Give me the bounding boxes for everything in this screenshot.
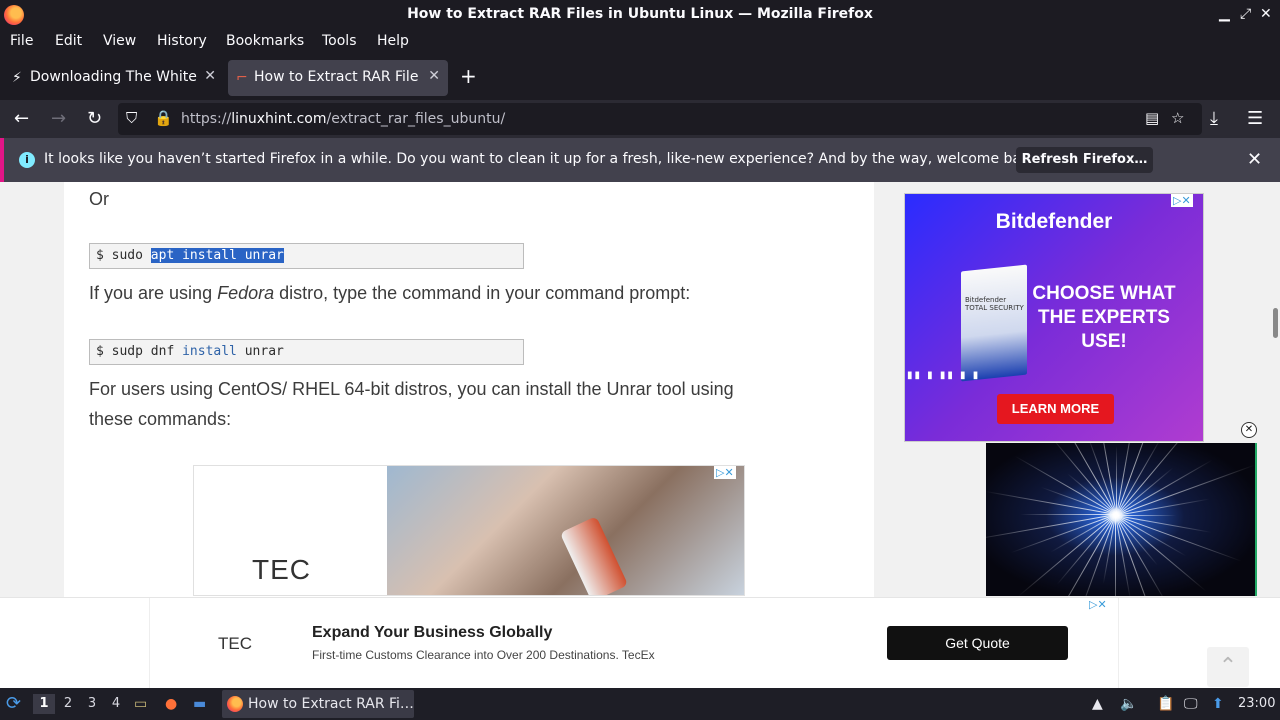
- reader-view-icon[interactable]: ▤: [1145, 109, 1159, 127]
- taskbar-firefox-window[interactable]: How to Extract RAR Fi…: [222, 690, 414, 718]
- window-title: How to Extract RAR Files in Ubuntu Linux…: [407, 6, 873, 22]
- code-block-dnf[interactable]: $ sudp dnf install unrar: [89, 339, 524, 365]
- menu-edit[interactable]: Edit: [55, 33, 82, 49]
- bookmark-star-icon[interactable]: ☆: [1171, 109, 1184, 127]
- menu-tools[interactable]: Tools: [322, 33, 357, 49]
- video-close-icon[interactable]: ✕: [1241, 422, 1257, 438]
- clipboard-icon[interactable]: 📋: [1157, 696, 1174, 712]
- task-label: How to Extract RAR Fi…: [248, 696, 414, 712]
- refresh-notification-bar: i It looks like you haven’t started Fire…: [0, 138, 1280, 182]
- product-box-graphic: [961, 264, 1027, 382]
- workspace-3[interactable]: 3: [81, 694, 103, 714]
- menu-view[interactable]: View: [103, 33, 136, 49]
- selected-text: apt install unrar: [150, 248, 284, 263]
- bottom-ad-headline: Expand Your Business Globally: [312, 624, 553, 641]
- workspace-4[interactable]: 4: [105, 694, 127, 714]
- notification-message: It looks like you haven’t started Firefo…: [44, 151, 1043, 167]
- refresh-firefox-button[interactable]: Refresh Firefox…: [1016, 147, 1153, 173]
- tab-extract-rar[interactable]: ⌐ How to Extract RAR Files ✕: [228, 60, 448, 96]
- tecex-logo: TEC: [252, 554, 311, 585]
- file-manager-icon[interactable]: ▭: [134, 696, 147, 712]
- centos-paragraph-line1: For users using CentOS/ RHEL 64-bit dist…: [89, 379, 734, 399]
- tab-label: Downloading The White: [30, 69, 197, 85]
- centos-paragraph-line2: these commands:: [89, 409, 232, 429]
- code-block-apt[interactable]: $ sudo apt install unrar: [89, 243, 524, 269]
- new-tab-plus-icon[interactable]: +: [460, 64, 477, 88]
- light-ray: [1020, 514, 1116, 515]
- workspace-2[interactable]: 2: [57, 694, 79, 714]
- url-bar[interactable]: ⛉ 🔒 https://linuxhint.com/extract_rar_fi…: [118, 103, 1202, 135]
- web-page: Or $ sudo apt install unrar If you are u…: [0, 182, 1280, 688]
- adchoices-icon[interactable]: ▷✕: [1171, 194, 1193, 207]
- tab-label: How to Extract RAR Files: [254, 69, 418, 85]
- notification-accent: [0, 138, 4, 182]
- tab-close-icon[interactable]: ✕: [204, 68, 216, 84]
- video-ad-player[interactable]: [986, 443, 1257, 596]
- ad-brand: Bitdefender: [995, 210, 1113, 233]
- menu-history[interactable]: History: [157, 33, 207, 49]
- firefox-launcher-icon[interactable]: ●: [165, 696, 177, 712]
- url-text[interactable]: https://linuxhint.com/extract_rar_files_…: [181, 111, 505, 127]
- menu-file[interactable]: File: [10, 33, 33, 49]
- clock: 23:00: [1238, 696, 1276, 711]
- adchoices-icon[interactable]: ▷✕: [1087, 598, 1109, 611]
- bottom-sticky-ad: TEC Expand Your Business Globally First-…: [0, 597, 1280, 688]
- tab-close-icon[interactable]: ✕: [428, 68, 440, 84]
- site-favicon-icon: ⌐: [236, 70, 248, 86]
- lock-icon[interactable]: 🔒: [154, 109, 173, 127]
- hamburger-menu-icon[interactable]: ☰: [1247, 108, 1263, 129]
- forward-arrow-icon[interactable]: →: [51, 108, 66, 129]
- tray-up-icon[interactable]: ▲: [1092, 696, 1103, 712]
- bottom-ad-banner[interactable]: TEC Expand Your Business Globally First-…: [149, 598, 1119, 688]
- downloads-icon[interactable]: ⤓: [1210, 108, 1218, 129]
- close-icon[interactable]: ✕: [1260, 6, 1272, 22]
- tab-strip: ⚡ Downloading The White ✕ ⌐ How to Extra…: [0, 56, 1280, 100]
- menu-bar: File Edit View History Bookmarks Tools H…: [0, 30, 1280, 56]
- menu-bookmarks[interactable]: Bookmarks: [226, 33, 304, 49]
- decor-dots: ▮▮ ▮ ▮▮ ▮ ▮: [907, 370, 981, 381]
- scrollbar-thumb[interactable]: [1273, 308, 1278, 338]
- window-titlebar: How to Extract RAR Files in Ubuntu Linux…: [0, 0, 1280, 30]
- tab-downloading[interactable]: ⚡ Downloading The White ✕: [4, 60, 224, 96]
- light-ray: [1078, 514, 1116, 596]
- tecex-logo: TEC: [218, 634, 252, 653]
- terminal-icon[interactable]: ▬: [193, 696, 206, 712]
- info-icon: i: [19, 152, 35, 168]
- ad-headline: CHOOSE WHAT THE EXPERTS USE!: [1032, 283, 1176, 352]
- fedora-paragraph: If you are using Fedora distro, type the…: [89, 283, 691, 303]
- product-box-text: Bitdefender TOTAL SECURITY: [965, 296, 1024, 312]
- start-menu-icon[interactable]: ⟳: [6, 693, 21, 714]
- restore-icon[interactable]: ⤢: [1240, 6, 1251, 22]
- light-ray: [1115, 515, 1116, 596]
- get-quote-button[interactable]: Get Quote: [887, 626, 1068, 660]
- or-text: Or: [89, 189, 109, 209]
- notification-close-icon[interactable]: ✕: [1247, 149, 1262, 170]
- volume-icon[interactable]: 🔈: [1120, 696, 1137, 712]
- workspace-1[interactable]: 1: [33, 694, 55, 714]
- page-scrollbar[interactable]: [1270, 182, 1280, 597]
- updates-icon[interactable]: ⬆: [1212, 696, 1224, 712]
- network-icon[interactable]: 🖵: [1184, 696, 1198, 712]
- learn-more-button[interactable]: LEARN MORE: [997, 394, 1114, 424]
- reload-icon[interactable]: ↻: [87, 108, 102, 129]
- sidebar-ad-bitdefender[interactable]: Bitdefender Bitdefender TOTAL SECURITY C…: [904, 193, 1204, 442]
- firefox-icon: [227, 696, 243, 712]
- tracking-shield-icon[interactable]: ⛉: [126, 109, 137, 127]
- bottom-ad-subtext: First-time Customs Clearance into Over 2…: [312, 648, 655, 662]
- menu-help[interactable]: Help: [377, 33, 409, 49]
- adchoices-icon[interactable]: ▷✕: [714, 466, 736, 479]
- scroll-to-top-icon[interactable]: ⌃: [1207, 647, 1249, 687]
- bolt-icon: ⚡: [12, 70, 22, 86]
- minimize-icon[interactable]: ▁: [1219, 6, 1230, 22]
- back-arrow-icon[interactable]: ←: [14, 108, 29, 129]
- desktop-taskbar: ⟳ 1 2 3 4 ▭ ● ▬ How to Extract RAR Fi… ▲…: [0, 688, 1280, 720]
- navigation-toolbar: ← → ↻ ⛉ 🔒 https://linuxhint.com/extract_…: [0, 100, 1280, 138]
- inline-ad[interactable]: TEC ▷✕: [193, 465, 745, 596]
